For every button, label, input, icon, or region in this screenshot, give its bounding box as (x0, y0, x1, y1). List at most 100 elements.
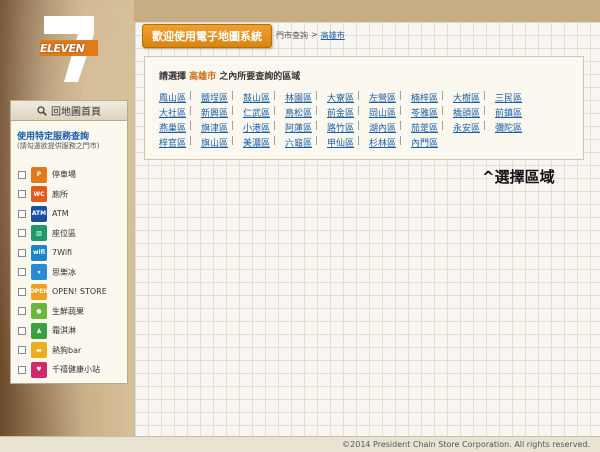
district-link[interactable]: 林園區 (285, 91, 315, 104)
district-link-item[interactable]: 阿蓮區 | (285, 121, 327, 134)
prompt-city: 高雄市 (189, 72, 217, 82)
district-link[interactable]: 鳥松區 (285, 106, 315, 119)
district-separator: | (399, 121, 403, 131)
service-filter-checkbox[interactable] (18, 229, 26, 238)
district-link-item[interactable]: 鳳山區 | (159, 91, 201, 104)
district-link-item[interactable]: 岡山區 | (369, 106, 411, 119)
district-link[interactable]: 梓官區 (159, 136, 189, 149)
district-link[interactable]: 橋頭區 (453, 106, 483, 119)
district-link[interactable]: 阿蓮區 (285, 121, 315, 134)
service-filter-item[interactable]: P 停車場 (18, 165, 126, 185)
district-link-item[interactable]: 旗山區 | (201, 136, 243, 149)
service-filter-checkbox[interactable] (18, 190, 26, 199)
district-link[interactable]: 燕巢區 (159, 121, 189, 134)
district-link-item[interactable]: 永安區 | (453, 121, 495, 134)
service-filter-item[interactable]: ▬ 熱狗bar (18, 341, 126, 361)
district-link-item[interactable]: 橋頭區 | (453, 106, 495, 119)
district-link[interactable]: 路竹區 (327, 121, 357, 134)
district-link[interactable]: 茄萣區 (411, 121, 441, 134)
district-link[interactable]: 永安區 (453, 121, 483, 134)
district-link-item[interactable]: 大寮區 | (327, 91, 369, 104)
district-link-item[interactable]: 美濃區 | (243, 136, 285, 149)
service-filter-item[interactable]: ▥ 座位區 (18, 224, 126, 244)
service-filter-item[interactable]: ▲ 霜淇淋 (18, 321, 126, 341)
service-filter-item[interactable]: ♥ 千禧健康小站 (18, 360, 126, 380)
district-link-item[interactable]: 小港區 | (243, 121, 285, 134)
district-link[interactable]: 大寮區 (327, 91, 357, 104)
service-filter-item[interactable]: ATM ATM (18, 204, 126, 224)
district-separator: | (441, 106, 445, 116)
district-link[interactable]: 大社區 (159, 106, 189, 119)
district-separator: | (483, 121, 487, 131)
district-link[interactable]: 小港區 (243, 121, 273, 134)
district-link-item[interactable]: 前金區 | (327, 106, 369, 119)
district-link[interactable]: 內門區 (411, 136, 441, 149)
district-separator: | (483, 106, 487, 116)
district-link[interactable]: 岡山區 (369, 106, 399, 119)
district-link-item[interactable]: 梓官區 | (159, 136, 201, 149)
district-link-item[interactable]: 茄萣區 | (411, 121, 453, 134)
district-link-item[interactable]: 大社區 | (159, 106, 201, 119)
district-link-item[interactable]: 苓雅區 | (411, 106, 453, 119)
district-link[interactable]: 苓雅區 (411, 106, 441, 119)
district-link[interactable]: 左營區 (369, 91, 399, 104)
district-link[interactable]: 鼓山區 (243, 91, 273, 104)
service-filter-checkbox[interactable] (18, 287, 26, 296)
district-link-item[interactable]: 三民區 (495, 91, 537, 104)
service-filter-item[interactable]: ▾ 思樂冰 (18, 263, 126, 283)
district-link-item[interactable]: 彌陀區 (495, 121, 537, 134)
service-filter-checkbox[interactable] (18, 209, 26, 218)
service-filter-checkbox[interactable] (18, 170, 26, 179)
district-link[interactable]: 彌陀區 (495, 121, 525, 134)
district-link-item[interactable]: 新興區 | (201, 106, 243, 119)
district-link[interactable]: 杉林區 (369, 136, 399, 149)
district-link[interactable]: 旗山區 (201, 136, 231, 149)
service-filter-checkbox[interactable] (18, 268, 26, 277)
service-filter-checkbox[interactable] (18, 307, 26, 316)
service-filter-checkbox[interactable] (18, 248, 26, 257)
district-link[interactable]: 湖內區 (369, 121, 399, 134)
district-link-item[interactable]: 前鎮區 (495, 106, 537, 119)
district-link[interactable]: 甲仙區 (327, 136, 357, 149)
district-link-item[interactable]: 鼓山區 | (243, 91, 285, 104)
breadcrumb-city[interactable]: 高雄市 (321, 30, 345, 44)
district-link-item[interactable]: 左營區 | (369, 91, 411, 104)
district-link-item[interactable]: 燕巢區 | (159, 121, 201, 134)
district-link-item[interactable]: 湖內區 | (369, 121, 411, 134)
district-link[interactable]: 前金區 (327, 106, 357, 119)
district-link[interactable]: 六龜區 (285, 136, 315, 149)
district-link-item[interactable]: 內門區 (411, 136, 453, 149)
service-filter-item[interactable]: wifi 7Wifi (18, 243, 126, 263)
map-home-button[interactable]: 回地圖首頁 (11, 101, 127, 121)
district-link[interactable]: 大樹區 (453, 91, 483, 104)
service-filter-checkbox[interactable] (18, 326, 26, 335)
district-link-item[interactable]: 大樹區 | (453, 91, 495, 104)
district-link-item[interactable]: 林園區 | (285, 91, 327, 104)
district-link[interactable]: 美濃區 (243, 136, 273, 149)
service-filter-item[interactable]: OPEN OPEN! STORE (18, 282, 126, 302)
district-link-item[interactable]: 鹽埕區 | (201, 91, 243, 104)
district-link[interactable]: 新興區 (201, 106, 231, 119)
district-link-item[interactable]: 杉林區 | (369, 136, 411, 149)
district-link-item[interactable]: 仁武區 | (243, 106, 285, 119)
service-icon: ● (31, 303, 47, 320)
district-link[interactable]: 仁武區 (243, 106, 273, 119)
service-filter-checkbox[interactable] (18, 365, 26, 374)
district-link-item[interactable]: 旗津區 | (201, 121, 243, 134)
district-link[interactable]: 鹽埕區 (201, 91, 231, 104)
seven-eleven-logo[interactable]: ELEVEN (38, 14, 100, 84)
district-link[interactable]: 前鎮區 (495, 106, 525, 119)
district-link[interactable]: 三民區 (495, 91, 525, 104)
district-link-item[interactable]: 路竹區 | (327, 121, 369, 134)
service-filter-checkbox[interactable] (18, 346, 26, 355)
breadcrumb-store-search[interactable]: 門市查詢 (276, 30, 308, 44)
district-link[interactable]: 楠梓區 (411, 91, 441, 104)
service-filter-item[interactable]: WC 廁所 (18, 185, 126, 205)
district-link-item[interactable]: 甲仙區 | (327, 136, 369, 149)
service-filter-item[interactable]: ● 生鮮蔬果 (18, 302, 126, 322)
district-link[interactable]: 旗津區 (201, 121, 231, 134)
district-link-item[interactable]: 鳥松區 | (285, 106, 327, 119)
district-link-item[interactable]: 楠梓區 | (411, 91, 453, 104)
district-link-item[interactable]: 六龜區 | (285, 136, 327, 149)
district-link[interactable]: 鳳山區 (159, 91, 189, 104)
